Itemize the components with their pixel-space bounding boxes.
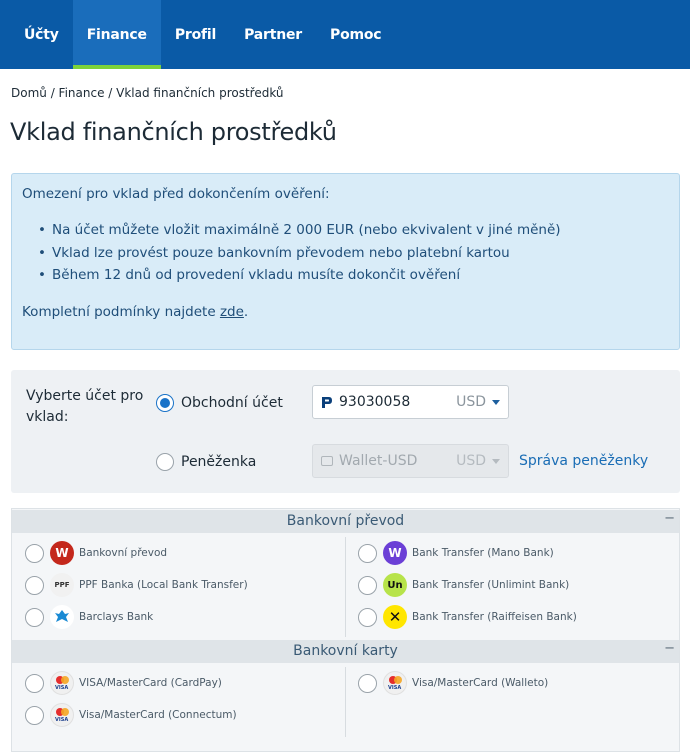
payment-option[interactable]: Un Bank Transfer (Unlimint Bank)	[358, 573, 569, 597]
wallet-select: Wallet-USD USD	[312, 444, 509, 478]
payment-option-label: Bank Transfer (Mano Bank)	[412, 547, 554, 559]
payment-radio[interactable]	[25, 607, 44, 627]
visa-mastercard-icon: VISA	[50, 671, 74, 695]
account-select-label: Vyberte účet pro vklad:	[26, 388, 144, 425]
payment-option[interactable]: W Bankovní převod	[25, 541, 167, 565]
payment-radio[interactable]	[25, 673, 44, 693]
notice-footer-suffix: .	[243, 304, 249, 320]
payment-option[interactable]: PPF PPF Banka (Local Bank Transfer)	[25, 573, 248, 597]
visa-mastercard-icon: VISA	[383, 671, 407, 695]
payment-option-label: Barclays Bank	[79, 611, 154, 623]
notice-item: Na účet můžete vložit maximálně 2 000 EU…	[38, 222, 561, 245]
tab-finance[interactable]: Finance	[72, 0, 161, 69]
payment-radio[interactable]	[358, 673, 377, 693]
un-icon: Un	[383, 573, 407, 597]
section-title: Bankovní převod	[286, 513, 405, 529]
notice-list: Na účet můžete vložit maximálně 2 000 EU…	[38, 222, 561, 290]
section-header-bank-transfer[interactable]: Bankovní převod −	[12, 510, 679, 533]
roboforex-logo-icon	[322, 397, 332, 408]
notice-item: Během 12 dnů od provedení vkladu musíte …	[38, 267, 561, 290]
tab-help[interactable]: Pomoc	[316, 0, 395, 69]
payment-option[interactable]: W Bank Transfer (Mano Bank)	[358, 541, 554, 565]
breadcrumb[interactable]: Domů / Finance / Vklad finančních prostř…	[11, 86, 284, 100]
trading-account-label[interactable]: Obchodní účet	[181, 395, 283, 411]
payment-radio[interactable]	[358, 607, 377, 627]
payment-option-label: PPF Banka (Local Bank Transfer)	[79, 579, 248, 591]
raiffeisen-x-icon: ✕	[383, 605, 407, 629]
payment-methods: Bankovní převod − W Bankovní převod PPF …	[11, 508, 680, 752]
wallet-radio[interactable]	[156, 453, 174, 471]
chevron-down-icon	[492, 459, 500, 464]
collapse-icon[interactable]: −	[664, 642, 675, 656]
payment-radio[interactable]	[358, 543, 377, 563]
tab-accounts[interactable]: Účty	[0, 0, 73, 69]
wallet-manage-link[interactable]: Správa peněženky	[519, 453, 648, 469]
payment-option[interactable]: VISA Visa/MasterCard (Walleto)	[358, 671, 548, 695]
tab-profile[interactable]: Profil	[161, 0, 230, 69]
section-title: Bankovní karty	[293, 643, 398, 659]
payment-option-label: Visa/MasterCard (Walleto)	[412, 677, 549, 689]
payment-option-label: Visa/MasterCard (Connectum)	[79, 709, 237, 721]
collapse-icon[interactable]: −	[664, 512, 675, 526]
payment-radio[interactable]	[25, 575, 44, 595]
payment-option-label: Bank Transfer (Unlimint Bank)	[412, 579, 570, 591]
payment-option-label: Bankovní převod	[79, 547, 168, 559]
bank-w-icon: W	[50, 541, 74, 565]
tab-partner[interactable]: Partner	[230, 0, 316, 69]
top-navigation: Účty Finance Profil Partner Pomoc	[0, 0, 690, 69]
ppf-icon: PPF	[50, 573, 74, 597]
notice-footer-text: Kompletní podmínky najdete	[22, 304, 220, 320]
payment-option[interactable]: ✕ Bank Transfer (Raiffeisen Bank)	[358, 605, 577, 629]
section-header-bank-cards[interactable]: Bankovní karty −	[12, 640, 679, 663]
payment-radio[interactable]	[25, 543, 44, 563]
conditions-link[interactable]: zde	[220, 304, 244, 320]
payment-option-label: VISA/MasterCard (CardPay)	[79, 677, 222, 689]
payment-option[interactable]: VISA Visa/MasterCard (Connectum)	[25, 703, 237, 727]
wallet-label[interactable]: Peněženka	[181, 454, 256, 470]
account-select-panel: Vyberte účet pro vklad: Obchodní účet 93…	[11, 370, 680, 493]
column-divider	[345, 667, 346, 737]
notice-heading: Omezení pro vklad před dokončením ověřen…	[22, 186, 330, 202]
page-title: Vklad finančních prostředků	[10, 118, 337, 146]
trading-account-number: 93030058	[339, 394, 411, 410]
notice-item: Vklad lze provést pouze bankovním převod…	[38, 245, 561, 268]
column-divider	[345, 537, 346, 637]
payment-option[interactable]: Barclays Bank	[25, 605, 153, 629]
wallet-icon	[321, 456, 333, 466]
trading-account-currency: USD	[456, 394, 486, 410]
trading-account-select[interactable]: 93030058 USD	[312, 385, 509, 419]
notice-footer: Kompletní podmínky najdete zde.	[22, 304, 248, 320]
wallet-value: Wallet-USD	[339, 453, 418, 469]
wallet-currency: USD	[456, 453, 486, 469]
payment-radio[interactable]	[358, 575, 377, 595]
verification-limits-notice: Omezení pro vklad před dokončením ověřen…	[11, 173, 680, 350]
eagle-icon	[50, 605, 74, 629]
mano-w-icon: W	[383, 541, 407, 565]
chevron-down-icon	[492, 400, 500, 405]
payment-radio[interactable]	[25, 705, 44, 725]
visa-mastercard-icon: VISA	[50, 703, 74, 727]
payment-option[interactable]: VISA VISA/MasterCard (CardPay)	[25, 671, 222, 695]
trading-account-radio[interactable]	[156, 394, 174, 412]
payment-option-label: Bank Transfer (Raiffeisen Bank)	[412, 611, 577, 623]
